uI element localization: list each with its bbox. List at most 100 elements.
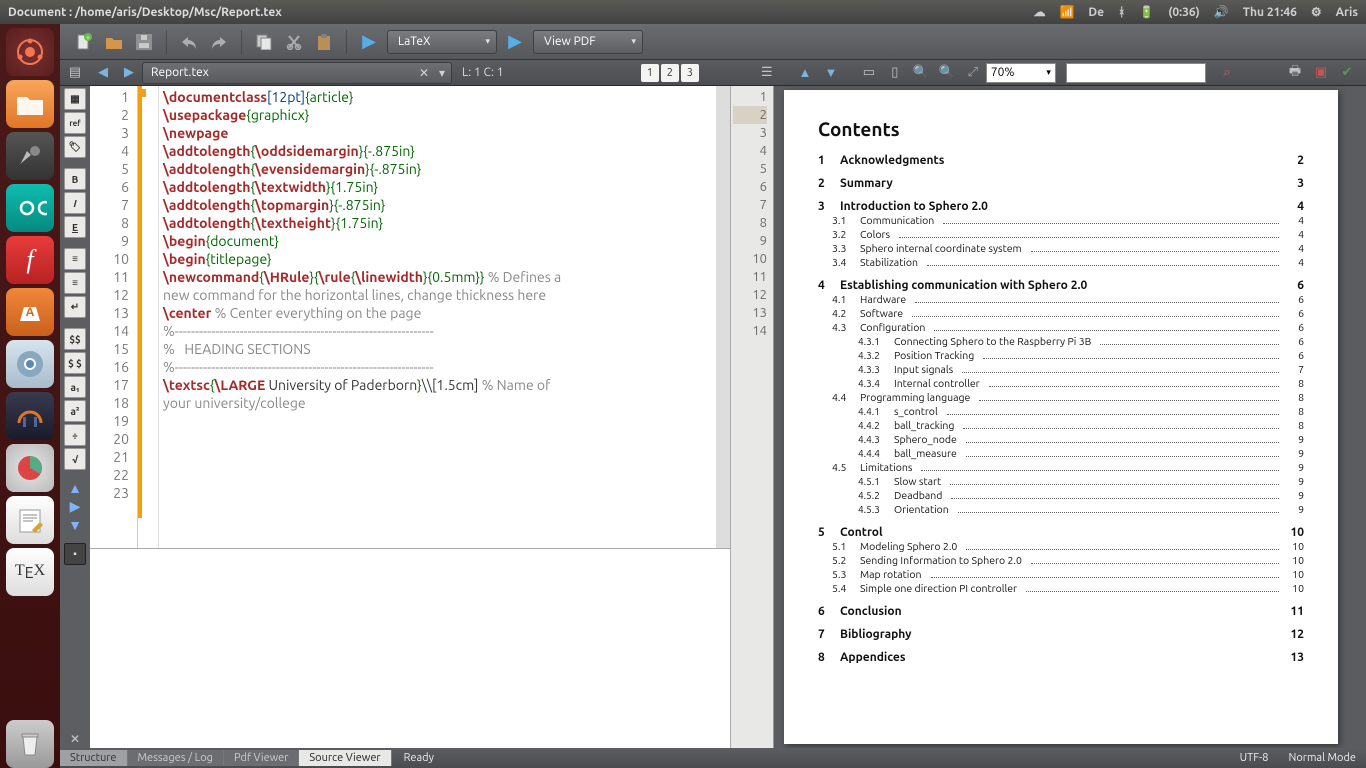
- texstudio-icon[interactable]: TEX: [6, 548, 54, 596]
- tab-close-icon[interactable]: ✕: [419, 66, 429, 80]
- toc-entry[interactable]: 3.4Stabilization4: [818, 256, 1304, 269]
- pdf-search-input[interactable]: [1066, 63, 1206, 83]
- zoom-selector[interactable]: 70%: [986, 63, 1056, 83]
- italic-btn[interactable]: I: [64, 192, 86, 214]
- copy-icon[interactable]: [252, 30, 276, 54]
- toc-entry[interactable]: 4Establishing communication with Sphero …: [818, 279, 1304, 292]
- toc-entry[interactable]: 4.5.3Orientation9: [818, 503, 1304, 516]
- palette-close-icon[interactable]: ✕: [70, 732, 80, 746]
- new-file-icon[interactable]: +: [72, 30, 96, 54]
- toc-entry[interactable]: 4.1Hardware6: [818, 293, 1304, 306]
- leftalign-btn[interactable]: ≡: [64, 248, 86, 270]
- toc-entry[interactable]: 7Bibliography12: [818, 628, 1304, 641]
- pdf-fit-page-icon[interactable]: ▭: [858, 62, 880, 84]
- chromium-icon[interactable]: [6, 340, 54, 388]
- toc-entry[interactable]: 4.4.3Sphero_node9: [818, 433, 1304, 446]
- undo-icon[interactable]: [177, 30, 201, 54]
- editor-scrollbar[interactable]: [716, 86, 730, 548]
- toc-entry[interactable]: 4.4Programming language8: [818, 391, 1304, 404]
- settings-gear-icon[interactable]: ⚙: [1311, 5, 1322, 19]
- text-editor-icon[interactable]: [6, 496, 54, 544]
- print-icon[interactable]: 🖶: [1284, 62, 1306, 84]
- code-editor[interactable]: 1234567891011121314151617181920212223 \d…: [90, 86, 730, 548]
- audacity-icon[interactable]: [6, 392, 54, 440]
- build-arrow-icon[interactable]: ▶: [357, 30, 381, 54]
- toc-entry[interactable]: 4.4.4ball_measure9: [818, 447, 1304, 460]
- disk-usage-icon[interactable]: [6, 444, 54, 492]
- toc-entry[interactable]: 4.4.1s_control8: [818, 405, 1304, 418]
- toc-entry[interactable]: 5.4Simple one direction PI controller10: [818, 582, 1304, 595]
- bluetooth-icon[interactable]: ᚼ: [1118, 6, 1125, 19]
- user-name[interactable]: Aris: [1336, 6, 1358, 19]
- toc-entry[interactable]: 4.2Software6: [818, 307, 1304, 320]
- pdf-toc-icon[interactable]: ☰: [756, 62, 778, 84]
- save-icon[interactable]: [132, 30, 156, 54]
- external-viewer-icon[interactable]: ▣: [1310, 62, 1332, 84]
- toc-entry[interactable]: 3.1Communication4: [818, 214, 1304, 227]
- pdf-page[interactable]: Contents 1Acknowledgments22Summary33Intr…: [784, 90, 1338, 744]
- math-btn[interactable]: $$: [64, 328, 86, 350]
- toc-entry[interactable]: 5.3Map rotation10: [818, 568, 1304, 581]
- palette-down-icon[interactable]: ▼: [68, 517, 82, 533]
- palette-up-icon[interactable]: ▲: [68, 480, 82, 496]
- cut-icon[interactable]: [282, 30, 306, 54]
- settings-icon[interactable]: [6, 132, 54, 180]
- log-console[interactable]: [90, 548, 730, 748]
- label-btn[interactable]: 🏷: [64, 136, 86, 158]
- part-btn[interactable]: ▦: [64, 88, 86, 110]
- zoom-actual-icon[interactable]: ⤢: [962, 62, 984, 84]
- open-file-icon[interactable]: [102, 30, 126, 54]
- toc-entry[interactable]: 5.2Sending Information to Sphero 2.010: [818, 554, 1304, 567]
- toc-entry[interactable]: 5.1Modeling Sphero 2.010: [818, 540, 1304, 553]
- panel-layout-2[interactable]: 2: [661, 64, 679, 82]
- status-tab-pdf-viewer[interactable]: Pdf Viewer: [224, 750, 299, 766]
- sqrt-btn[interactable]: √: [64, 448, 86, 470]
- nav-fwd-icon[interactable]: ▶: [118, 62, 140, 84]
- subscript-btn[interactable]: a₁: [64, 376, 86, 398]
- superscript-btn[interactable]: a²: [64, 400, 86, 422]
- nav-back-icon[interactable]: ◀: [92, 62, 114, 84]
- inline-math-btn[interactable]: $ $: [64, 352, 86, 374]
- bold-btn[interactable]: B: [64, 168, 86, 190]
- dash-icon[interactable]: [6, 28, 54, 76]
- toggle-structure-icon[interactable]: ▤: [64, 62, 86, 84]
- pdf-down-icon[interactable]: ▼: [820, 62, 842, 84]
- toc-entry[interactable]: 5Control10: [818, 526, 1304, 539]
- wifi-icon[interactable]: 📶: [1059, 5, 1074, 19]
- toc-entry[interactable]: 4.4.2ball_tracking8: [818, 419, 1304, 432]
- toc-entry[interactable]: 4.5.2Deadband9: [818, 489, 1304, 502]
- terminal-btn[interactable]: ▪: [64, 543, 86, 565]
- toc-entry[interactable]: 4.3.4Internal controller8: [818, 377, 1304, 390]
- underline-btn[interactable]: E: [64, 216, 86, 238]
- toc-entry[interactable]: 8Appendices13: [818, 651, 1304, 664]
- center-btn[interactable]: ≡: [64, 272, 86, 294]
- frac-btn[interactable]: ÷: [64, 424, 86, 446]
- panel-layout-3[interactable]: 3: [681, 64, 699, 82]
- toc-entry[interactable]: 3.2Colors4: [818, 228, 1304, 241]
- volume-icon[interactable]: 🔊: [1214, 5, 1229, 19]
- pdf-up-icon[interactable]: ▲: [794, 62, 816, 84]
- toc-entry[interactable]: 4.3.2Position Tracking6: [818, 349, 1304, 362]
- battery-icon[interactable]: 🔋: [1139, 5, 1154, 19]
- toc-entry[interactable]: 4.3Configuration6: [818, 321, 1304, 334]
- file-tab[interactable]: Report.tex ✕ ▾: [142, 62, 452, 84]
- palette-right-icon[interactable]: ▶: [70, 498, 81, 515]
- newline-btn[interactable]: ↵: [64, 296, 86, 318]
- toc-entry[interactable]: 4.3.1Connecting Sphero to the Raspberry …: [818, 335, 1304, 348]
- toc-entry[interactable]: 3.3Sphero internal coordinate system4: [818, 242, 1304, 255]
- status-tab-structure[interactable]: Structure: [60, 750, 128, 766]
- redo-icon[interactable]: [207, 30, 231, 54]
- view-selector[interactable]: View PDF: [533, 30, 643, 54]
- toc-entry[interactable]: 4.5Limitations9: [818, 461, 1304, 474]
- pdf-config-icon[interactable]: ✔: [1336, 62, 1358, 84]
- toc-entry[interactable]: 1Acknowledgments2: [818, 154, 1304, 167]
- dropbox-icon[interactable]: ☁: [1033, 5, 1045, 19]
- toc-entry[interactable]: 6Conclusion11: [818, 605, 1304, 618]
- pdf-fit-width-icon[interactable]: ▯: [884, 62, 906, 84]
- status-tab-source-viewer[interactable]: Source Viewer: [299, 750, 391, 766]
- toc-entry[interactable]: 4.3.3Input signals7: [818, 363, 1304, 376]
- view-arrow-icon[interactable]: ▶: [503, 30, 527, 54]
- zoom-out-icon[interactable]: 🔍: [910, 62, 932, 84]
- pdf-find-icon[interactable]: ⌕: [1216, 62, 1238, 84]
- zoom-in-icon[interactable]: 🔍: [936, 62, 958, 84]
